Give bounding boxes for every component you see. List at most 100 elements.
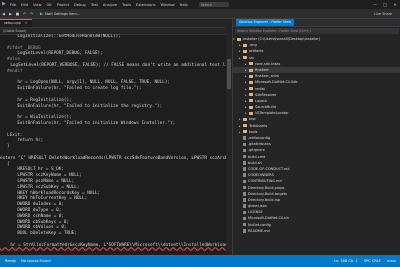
expand-icon[interactable]: ▾: [233, 36, 236, 42]
scrollbar-thumb[interactable]: [227, 59, 231, 89]
toolbar: ◀ ▶ ■ ↶ ↷ ▶ Start Settings Item... Live …: [0, 9, 400, 19]
file-icon: [243, 222, 246, 227]
menu-item-git[interactable]: Git: [47, 3, 52, 7]
search-box[interactable]: Search: [198, 2, 229, 7]
redo-icon[interactable]: ↷: [30, 12, 34, 16]
scope-label: (Global Scope): [3, 29, 27, 33]
editor-tab[interactable]: setup.cpp ✕: [0, 19, 32, 27]
code-text: LogSetLevel(REPORT_VERBOSE, FALSE); // F…: [0, 62, 226, 68]
expand-icon[interactable]: ▸: [239, 55, 242, 61]
live-share-button[interactable]: Live Share: [374, 12, 392, 16]
file-icon: [243, 229, 246, 233]
code-text: ExitOnFailure(hr, "Failed to initialize …: [7, 120, 176, 126]
code-line[interactable]: hr = StrAllocFormatted(&sczKeyName, L"SO…: [0, 243, 226, 249]
menu-item-debug[interactable]: Debug: [74, 3, 86, 7]
explorer-search-placeholder: Search Solution Explorer - Folder View (…: [237, 29, 311, 33]
menu-item-edit[interactable]: Edit: [21, 3, 28, 7]
status-bar: Ready No Issues Found Ln: 188 Ch: 1 SPC …: [0, 255, 400, 267]
folder-icon: [243, 43, 247, 47]
menu-item-help[interactable]: Help: [180, 3, 188, 7]
folder-icon: [243, 49, 247, 53]
code-line[interactable]: extern "C" HRESULT DeleteWorkloadRecords…: [0, 156, 226, 162]
close-icon[interactable]: ✕: [390, 0, 400, 9]
folder-icon: [249, 87, 253, 91]
folder-icon: [249, 68, 253, 72]
status-issues[interactable]: No Issues Found: [21, 259, 50, 263]
menu-item-analyze[interactable]: Analyze: [103, 3, 117, 7]
file-icon: [243, 148, 246, 153]
folder-icon: [243, 130, 247, 134]
editor-tab-label: setup.cpp: [4, 21, 21, 25]
code-editor[interactable]: setup.cpp ✕ (Global Scope) LogInitialize…: [0, 19, 226, 255]
file-icon: [243, 173, 246, 177]
folder-icon: [243, 118, 247, 122]
folder-icon: [249, 105, 253, 109]
expand-icon[interactable]: ▸: [245, 110, 248, 116]
search-label: Search: [200, 2, 212, 7]
undo-icon[interactable]: ↶: [23, 12, 27, 16]
code-text: }: [7, 144, 10, 150]
menu-item-tools[interactable]: Tools: [122, 3, 131, 7]
explorer-title: Solution Explorer - Folder View: [233, 19, 400, 27]
folder-icon: [249, 99, 253, 103]
menu-bar: File Edit View Git Project Debug Test Analyze To…: [10, 3, 193, 7]
forward-icon[interactable]: ▶: [9, 12, 13, 16]
tree-item-label: README.md: [248, 228, 270, 233]
visual-studio-logo-icon: ▶: [2, 1, 6, 7]
folder-icon: [237, 37, 241, 41]
file-icon: [243, 161, 246, 165]
folder-icon: [249, 62, 253, 66]
code-text: ExitOnFailure(hr, "Failed to create log …: [7, 86, 142, 92]
menu-item-file[interactable]: File: [10, 3, 16, 7]
folder-icon: [249, 93, 253, 97]
menu-item-view[interactable]: View: [33, 3, 42, 7]
folder-icon: [243, 56, 247, 60]
file-icon: [243, 185, 246, 190]
code-text: LogSetLevel(REPORT_DEBUG, FALSE);: [7, 51, 103, 57]
expand-icon[interactable]: ▸: [239, 129, 242, 135]
save-icon[interactable]: ■: [16, 12, 20, 16]
maximize-icon[interactable]: □: [380, 0, 390, 9]
folder-icon: [243, 124, 247, 128]
tree-item[interactable]: README.md: [233, 228, 400, 234]
explorer-search-input[interactable]: Search Solution Explorer - Folder View (…: [235, 28, 399, 34]
file-icon: [243, 167, 246, 171]
minimize-icon[interactable]: —: [370, 0, 380, 9]
file-icon: [243, 198, 246, 202]
file-icon: [243, 210, 246, 215]
solution-explorer: Solution Explorer - Folder View Search S…: [232, 19, 400, 255]
menu-item-window[interactable]: Window: [160, 3, 174, 7]
code-text: LogInitialize(::GetModuleHandleW(NULL));: [7, 34, 121, 39]
file-icon: [243, 192, 246, 196]
close-tab-icon[interactable]: ✕: [25, 20, 28, 27]
code-text: BOOL bDeleteKey = TRUE;: [7, 231, 77, 237]
start-label: Start Settings Item...: [44, 11, 80, 16]
explorer-title-label[interactable]: Solution Explorer - Folder View: [236, 19, 294, 26]
code-line[interactable]: LogSetLevel(REPORT_VERBOSE, FALSE); // F…: [0, 63, 226, 69]
code-text: #endif: [7, 68, 23, 74]
folder-icon: [249, 111, 253, 115]
menu-item-extensions[interactable]: Extensions: [136, 3, 156, 7]
start-button[interactable]: ▶ Start Settings Item...: [40, 11, 80, 16]
tree-item-label: src: [249, 55, 255, 60]
code-text: hr = StrAllocFormatted(&sczKeyName, L"SO…: [0, 242, 226, 248]
back-icon[interactable]: ◀: [2, 12, 6, 16]
tree-item-label: VSTemplateLocator: [255, 111, 289, 116]
status-position[interactable]: Ln: 188 Ch: 1: [334, 259, 358, 263]
title-bar: ▶ File Edit View Git Project Debug Test Analyze…: [0, 0, 400, 9]
code-text: extern "C" HRESULT DeleteWorkloadRecords…: [0, 155, 226, 161]
file-icon: [243, 136, 246, 140]
menu-item-test[interactable]: Test: [91, 3, 98, 7]
status-branch[interactable]: main: [387, 259, 396, 263]
toolbar-right: Live Share: [374, 12, 392, 16]
menu-item-project[interactable]: Project: [57, 3, 69, 7]
file-icon: [243, 179, 246, 184]
status-encoding[interactable]: SPC CRLF: [364, 259, 381, 263]
status-right: Ln: 188 Ch: 1 SPC CRLF main: [328, 259, 396, 263]
explorer-tree: ▾ installer (C:\Users\hanshil\Desktop\in…: [233, 36, 400, 234]
file-icon: [243, 142, 246, 147]
file-icon: [243, 204, 246, 208]
status-ready: Ready: [5, 259, 17, 263]
file-icon: [243, 216, 246, 221]
code-area[interactable]: LogInitialize(::GetModuleHandleW(NULL));…: [0, 34, 226, 255]
